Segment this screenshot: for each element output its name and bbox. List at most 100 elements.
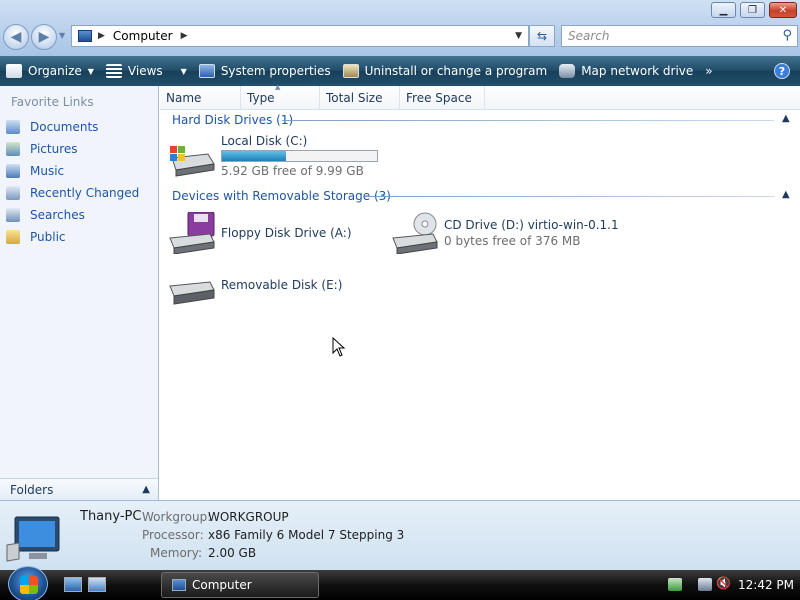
views-button[interactable]: Views ▼ xyxy=(100,56,193,86)
folders-label: Folders xyxy=(10,482,54,497)
removable-disk-icon xyxy=(169,281,215,305)
chevron-down-icon: ▼ xyxy=(180,66,187,76)
details-pane: Thany-PC Workgroup: WORKGROUP Processor:… xyxy=(0,500,800,570)
address-dropdown-icon[interactable]: ▼ xyxy=(515,31,522,41)
breadcrumb-separator-icon[interactable]: ▶ xyxy=(181,31,188,41)
more-commands-button[interactable]: » xyxy=(699,56,718,86)
drive-name: Floppy Disk Drive (A:) xyxy=(221,226,352,240)
drive-free-space: 0 bytes free of 376 MB xyxy=(444,234,581,248)
help-button[interactable]: ? xyxy=(768,56,796,86)
breadcrumb-separator-icon[interactable]: ▶ xyxy=(98,31,105,41)
collapse-group-icon[interactable]: ▲ xyxy=(782,189,790,200)
start-button[interactable] xyxy=(8,566,48,600)
system-properties-button[interactable]: System properties xyxy=(193,56,337,86)
navigation-pane: Favorite Links Documents Pictures Music … xyxy=(0,86,159,500)
search-placeholder: Search xyxy=(568,29,610,43)
processor-label: Processor: xyxy=(142,528,204,542)
back-arrow-icon: ◀ xyxy=(10,29,22,45)
memory-value: 2.00 GB xyxy=(208,546,257,560)
pictures-icon xyxy=(6,142,20,156)
security-shield-icon[interactable] xyxy=(668,578,682,591)
group-title: Hard Disk Drives (1) xyxy=(172,113,294,127)
drive-item-a[interactable]: Floppy Disk Drive (A:) xyxy=(166,210,376,256)
drive-item-e[interactable]: Removable Disk (E:) xyxy=(166,270,366,310)
public-folder-icon xyxy=(6,230,20,244)
sort-arrow-icon: ▲ xyxy=(275,83,281,91)
drive-name: Removable Disk (E:) xyxy=(221,278,343,292)
organize-button[interactable]: Organize ▼ xyxy=(0,56,100,86)
switch-windows-icon[interactable] xyxy=(88,577,106,592)
column-headers: Name Type ▲ Total Size Free Space xyxy=(160,83,800,110)
forward-button[interactable]: ▶ xyxy=(31,24,57,50)
more-commands-label: » xyxy=(705,64,713,78)
cd-drive-icon xyxy=(392,212,438,254)
documents-icon xyxy=(6,120,20,134)
nav-link-documents[interactable]: Documents xyxy=(6,117,98,137)
maximize-button[interactable]: ❐ xyxy=(740,2,765,18)
nav-link-label: Searches xyxy=(30,208,85,222)
volume-muted-icon[interactable]: 🔇 xyxy=(716,576,731,590)
folders-toggle[interactable]: Folders ▲ xyxy=(0,478,158,500)
back-button[interactable]: ◀ xyxy=(3,24,29,50)
refresh-icon: ⇆ xyxy=(536,29,548,43)
computer-icon xyxy=(78,30,92,42)
group-header-removable[interactable]: Devices with Removable Storage (3) xyxy=(172,187,391,205)
views-label: Views xyxy=(127,64,163,78)
drive-name: Local Disk (C:) xyxy=(221,134,308,148)
map-network-drive-label: Map network drive xyxy=(581,64,694,78)
group-divider xyxy=(282,120,774,121)
network-icon[interactable] xyxy=(698,578,712,591)
drive-free-space: 5.92 GB free of 9.99 GB xyxy=(221,164,364,178)
nav-link-pictures[interactable]: Pictures xyxy=(6,139,78,159)
taskbar-button-label: Computer xyxy=(192,578,252,592)
computer-icon xyxy=(172,579,186,591)
collapse-group-icon[interactable]: ▲ xyxy=(782,113,790,124)
nav-link-public[interactable]: Public xyxy=(6,227,66,247)
windows-logo-icon xyxy=(20,576,38,594)
memory-label: Memory: xyxy=(150,546,202,560)
nav-link-searches[interactable]: Searches xyxy=(6,205,85,225)
drive-usage-bar xyxy=(221,150,378,162)
system-properties-label: System properties xyxy=(220,64,331,78)
taskbar-button-computer[interactable]: Computer xyxy=(161,572,319,598)
nav-link-music[interactable]: Music xyxy=(6,161,64,181)
taskbar: Computer 🔇 12:42 PM xyxy=(0,566,800,600)
address-bar[interactable]: ▶ Computer ▶ ▼ xyxy=(71,25,529,47)
drive-item-c[interactable]: Local Disk (C:) 5.92 GB free of 9.99 GB xyxy=(166,134,386,182)
close-button[interactable]: ✕ xyxy=(769,2,797,18)
recent-pages-chevron-icon[interactable]: ▼ xyxy=(59,31,65,40)
drive-usage-fill xyxy=(222,151,286,161)
nav-link-recently-changed[interactable]: Recently Changed xyxy=(6,183,139,203)
uninstall-program-button[interactable]: Uninstall or change a program xyxy=(337,56,554,86)
column-header-type[interactable]: Type ▲ xyxy=(241,83,320,109)
refresh-button[interactable]: ⇆ xyxy=(529,25,555,47)
favorite-links-header: Favorite Links xyxy=(11,95,94,109)
column-header-name[interactable]: Name xyxy=(160,86,241,109)
nav-link-label: Public xyxy=(30,230,66,244)
group-divider xyxy=(366,196,774,197)
search-input[interactable]: Search ⚲ xyxy=(561,25,798,47)
help-icon: ? xyxy=(774,63,790,79)
computer-icon xyxy=(6,516,60,562)
music-icon xyxy=(6,164,20,178)
minimize-button[interactable]: ▁ xyxy=(711,2,736,18)
mouse-cursor-icon xyxy=(332,337,346,357)
column-header-label: Type xyxy=(247,90,275,105)
nav-link-label: Pictures xyxy=(30,142,78,156)
map-network-drive-button[interactable]: Map network drive xyxy=(553,56,699,86)
drive-item-d[interactable]: CD Drive (D:) virtio-win-0.1.1 0 bytes f… xyxy=(389,210,619,256)
hard-drive-icon xyxy=(170,146,215,177)
group-header-hard-disk[interactable]: Hard Disk Drives (1) xyxy=(172,111,293,129)
nav-link-label: Music xyxy=(30,164,65,178)
drive-name: CD Drive (D:) virtio-win-0.1.1 xyxy=(444,218,619,232)
clock[interactable]: 12:42 PM xyxy=(738,578,794,592)
search-icon[interactable]: ⚲ xyxy=(782,28,792,43)
column-header-free-space[interactable]: Free Space xyxy=(400,86,485,109)
show-desktop-icon[interactable] xyxy=(64,577,82,592)
organize-icon xyxy=(6,64,22,78)
column-header-total-size[interactable]: Total Size xyxy=(320,86,400,109)
breadcrumb-computer[interactable]: Computer xyxy=(113,29,173,43)
group-title: Devices with Removable Storage (3) xyxy=(172,189,391,203)
computer-name: Thany-PC xyxy=(80,509,142,524)
forward-arrow-icon: ▶ xyxy=(38,29,50,45)
